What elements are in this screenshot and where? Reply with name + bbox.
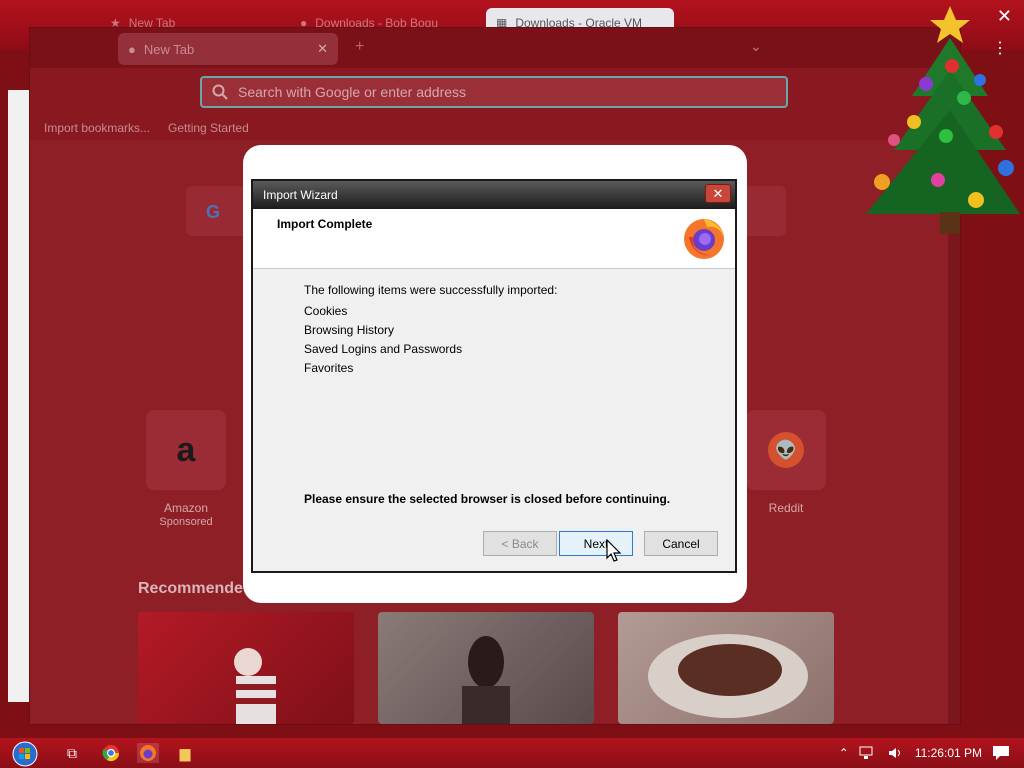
firefox-taskbar-icon[interactable]: [137, 743, 159, 763]
volume-icon[interactable]: [887, 746, 905, 760]
back-button[interactable]: < Back: [483, 531, 557, 556]
imported-item: Cookies: [304, 304, 348, 318]
top-site-reddit[interactable]: 👽: [746, 410, 826, 490]
close-icon: ✕: [712, 185, 724, 201]
network-icon[interactable]: [859, 746, 877, 760]
imported-item: Favorites: [304, 361, 354, 375]
google-icon: G: [206, 202, 221, 222]
story-image-food: [648, 634, 808, 718]
recommended-heading: Recommende: [138, 580, 243, 597]
background-window-edge: [8, 90, 30, 702]
firefox-tab-new-tab[interactable]: ● New Tab ✕: [118, 33, 338, 65]
story-card[interactable]: [378, 612, 594, 724]
dialog-body: The following items were successfully im…: [253, 269, 735, 571]
cancel-button[interactable]: Cancel: [644, 531, 718, 556]
url-placeholder: Search with Google or enter address: [238, 84, 467, 100]
firefox-toolbar: Search with Google or enter address: [30, 68, 960, 116]
dialog-heading: Import Complete: [277, 217, 373, 231]
tab-close-icon[interactable]: ✕: [317, 41, 328, 57]
dialog-close-button[interactable]: ✕: [705, 184, 731, 203]
firefox-tab-bar: ● New Tab ✕ + ⌄: [30, 28, 960, 68]
url-bar[interactable]: Search with Google or enter address: [200, 76, 788, 108]
file-explorer-icon[interactable]: ▆: [174, 743, 196, 763]
action-center-icon[interactable]: [992, 745, 1010, 761]
christmas-tree-icon: [866, 6, 1020, 234]
story-image-person: [462, 636, 510, 724]
clock[interactable]: 11:26:01 PM: [915, 746, 982, 760]
task-view-icon[interactable]: ⧉: [61, 743, 83, 763]
mouse-cursor-icon: [606, 539, 622, 562]
firefox-tab-label: New Tab: [143, 41, 195, 57]
top-site-sublabel: Sponsored: [159, 516, 213, 528]
bookmark-import[interactable]: Import bookmarks...: [44, 121, 150, 135]
dialog-title: Import Wizard: [263, 188, 338, 202]
import-summary-text: The following items were successfully im…: [304, 283, 558, 297]
imported-item: Browsing History: [304, 323, 395, 337]
list-tabs-icon[interactable]: ⌄: [750, 38, 762, 55]
dialog-header: Import Complete: [253, 209, 735, 269]
top-site-label: Amazon: [163, 501, 209, 515]
firefox-logo-icon: [684, 219, 724, 259]
start-button[interactable]: [10, 740, 40, 768]
dialog-title-bar: Import Wizard ✕: [253, 181, 735, 209]
taskbar: ⧉ ▆ ⌃ 11:26:01 PM: [0, 738, 1024, 768]
show-hidden-icons-icon[interactable]: ⌃: [839, 746, 849, 760]
story-image-santa: [234, 648, 276, 724]
firefox-small-icon: [140, 745, 156, 761]
story-card[interactable]: [618, 612, 834, 724]
import-wizard-dialog: Import Wizard ✕ Import Complete The foll…: [251, 179, 737, 573]
bookmarks-toolbar: Import bookmarks... Getting Started: [30, 116, 960, 140]
system-tray: ⌃ 11:26:01 PM: [839, 738, 1024, 768]
new-tab-icon[interactable]: +: [355, 38, 364, 56]
chrome-icon[interactable]: [100, 743, 122, 763]
imported-item: Saved Logins and Passwords: [304, 342, 463, 356]
top-site-label: Reddit: [768, 501, 804, 515]
story-card[interactable]: [138, 612, 354, 724]
bookmark-getting-started[interactable]: Getting Started: [168, 121, 249, 135]
firefox-favicon-icon: ●: [128, 41, 136, 57]
reddit-icon: 👽: [768, 432, 804, 468]
amazon-icon: a: [176, 430, 196, 469]
top-site-amazon[interactable]: a: [146, 410, 226, 490]
chrome-logo: [102, 745, 120, 762]
search-icon: [212, 84, 228, 100]
windows-logo-icon: [12, 741, 38, 767]
browser-closed-warning: Please ensure the selected browser is cl…: [304, 492, 671, 506]
